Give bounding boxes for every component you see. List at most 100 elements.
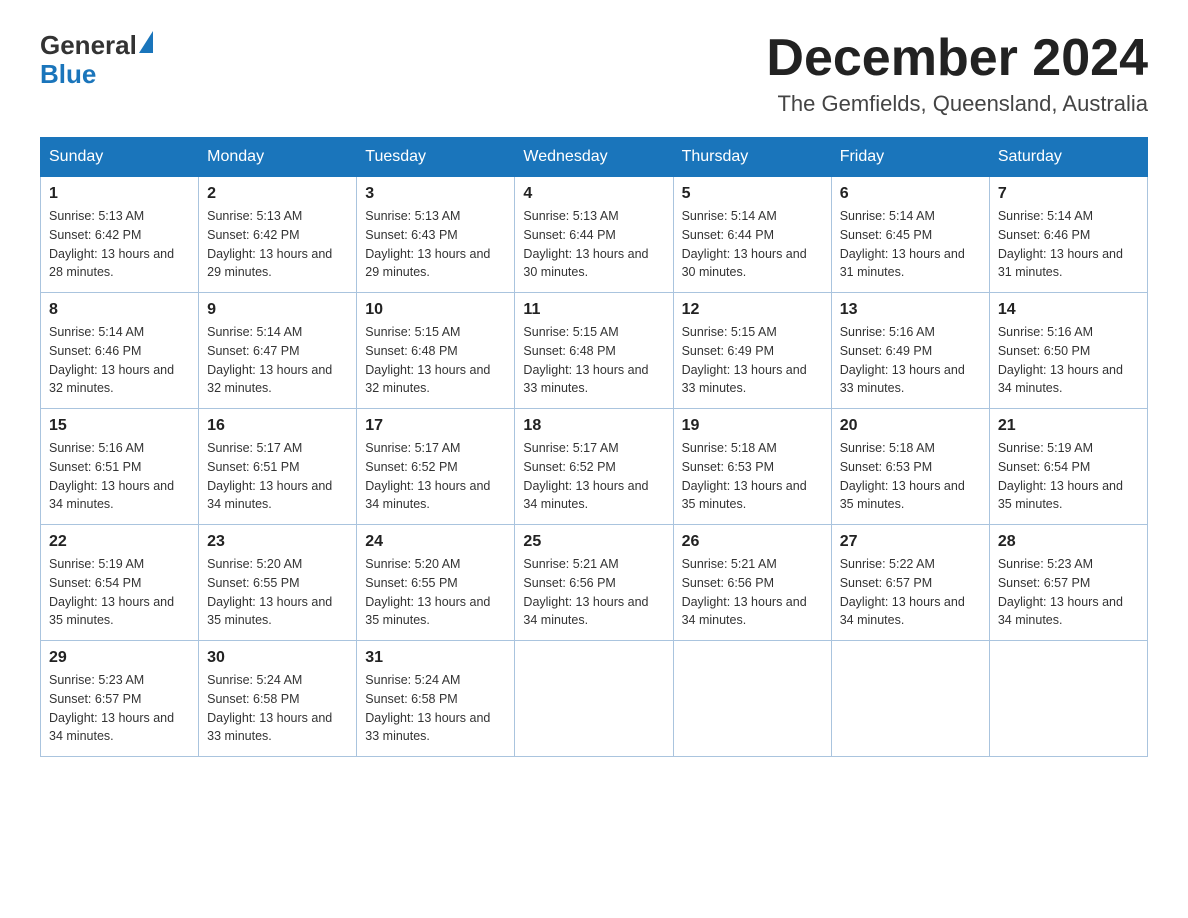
- day-number: 14: [998, 301, 1139, 319]
- calendar-cell: 16 Sunrise: 5:17 AMSunset: 6:51 PMDaylig…: [199, 409, 357, 525]
- calendar-cell: 18 Sunrise: 5:17 AMSunset: 6:52 PMDaylig…: [515, 409, 673, 525]
- day-info: Sunrise: 5:18 AMSunset: 6:53 PMDaylight:…: [840, 439, 981, 514]
- calendar-cell: 11 Sunrise: 5:15 AMSunset: 6:48 PMDaylig…: [515, 293, 673, 409]
- calendar-cell: 12 Sunrise: 5:15 AMSunset: 6:49 PMDaylig…: [673, 293, 831, 409]
- calendar-cell: 13 Sunrise: 5:16 AMSunset: 6:49 PMDaylig…: [831, 293, 989, 409]
- day-number: 21: [998, 417, 1139, 435]
- day-number: 28: [998, 533, 1139, 551]
- logo-text-general: General: [40, 30, 137, 61]
- day-info: Sunrise: 5:20 AMSunset: 6:55 PMDaylight:…: [365, 555, 506, 630]
- day-info: Sunrise: 5:16 AMSunset: 6:50 PMDaylight:…: [998, 323, 1139, 398]
- day-number: 18: [523, 417, 664, 435]
- day-number: 5: [682, 185, 823, 203]
- header-tuesday: Tuesday: [357, 138, 515, 177]
- day-info: Sunrise: 5:15 AMSunset: 6:49 PMDaylight:…: [682, 323, 823, 398]
- calendar-cell: 17 Sunrise: 5:17 AMSunset: 6:52 PMDaylig…: [357, 409, 515, 525]
- logo: General Blue: [40, 30, 153, 90]
- calendar-cell: [989, 641, 1147, 757]
- day-info: Sunrise: 5:15 AMSunset: 6:48 PMDaylight:…: [523, 323, 664, 398]
- calendar-cell: 3 Sunrise: 5:13 AMSunset: 6:43 PMDayligh…: [357, 177, 515, 293]
- day-number: 29: [49, 649, 190, 667]
- header-sunday: Sunday: [41, 138, 199, 177]
- day-number: 3: [365, 185, 506, 203]
- calendar-cell: [831, 641, 989, 757]
- day-number: 20: [840, 417, 981, 435]
- day-number: 22: [49, 533, 190, 551]
- calendar-cell: 15 Sunrise: 5:16 AMSunset: 6:51 PMDaylig…: [41, 409, 199, 525]
- week-row-4: 22 Sunrise: 5:19 AMSunset: 6:54 PMDaylig…: [41, 525, 1148, 641]
- calendar-title-block: December 2024 The Gemfields, Queensland,…: [766, 30, 1148, 117]
- calendar-cell: 19 Sunrise: 5:18 AMSunset: 6:53 PMDaylig…: [673, 409, 831, 525]
- calendar-cell: 9 Sunrise: 5:14 AMSunset: 6:47 PMDayligh…: [199, 293, 357, 409]
- header-thursday: Thursday: [673, 138, 831, 177]
- day-info: Sunrise: 5:23 AMSunset: 6:57 PMDaylight:…: [998, 555, 1139, 630]
- header-friday: Friday: [831, 138, 989, 177]
- calendar-cell: 4 Sunrise: 5:13 AMSunset: 6:44 PMDayligh…: [515, 177, 673, 293]
- day-info: Sunrise: 5:21 AMSunset: 6:56 PMDaylight:…: [682, 555, 823, 630]
- day-info: Sunrise: 5:15 AMSunset: 6:48 PMDaylight:…: [365, 323, 506, 398]
- day-number: 30: [207, 649, 348, 667]
- calendar-cell: 28 Sunrise: 5:23 AMSunset: 6:57 PMDaylig…: [989, 525, 1147, 641]
- day-info: Sunrise: 5:19 AMSunset: 6:54 PMDaylight:…: [49, 555, 190, 630]
- calendar-cell: [515, 641, 673, 757]
- day-info: Sunrise: 5:16 AMSunset: 6:51 PMDaylight:…: [49, 439, 190, 514]
- day-number: 8: [49, 301, 190, 319]
- week-row-1: 1 Sunrise: 5:13 AMSunset: 6:42 PMDayligh…: [41, 177, 1148, 293]
- day-info: Sunrise: 5:13 AMSunset: 6:42 PMDaylight:…: [49, 207, 190, 282]
- header-monday: Monday: [199, 138, 357, 177]
- day-info: Sunrise: 5:17 AMSunset: 6:51 PMDaylight:…: [207, 439, 348, 514]
- day-info: Sunrise: 5:14 AMSunset: 6:44 PMDaylight:…: [682, 207, 823, 282]
- day-number: 13: [840, 301, 981, 319]
- day-number: 15: [49, 417, 190, 435]
- day-info: Sunrise: 5:14 AMSunset: 6:46 PMDaylight:…: [49, 323, 190, 398]
- day-number: 27: [840, 533, 981, 551]
- day-number: 10: [365, 301, 506, 319]
- day-info: Sunrise: 5:21 AMSunset: 6:56 PMDaylight:…: [523, 555, 664, 630]
- day-info: Sunrise: 5:17 AMSunset: 6:52 PMDaylight:…: [523, 439, 664, 514]
- day-number: 7: [998, 185, 1139, 203]
- day-number: 23: [207, 533, 348, 551]
- day-number: 26: [682, 533, 823, 551]
- day-info: Sunrise: 5:13 AMSunset: 6:44 PMDaylight:…: [523, 207, 664, 282]
- day-number: 19: [682, 417, 823, 435]
- day-number: 25: [523, 533, 664, 551]
- day-number: 11: [523, 301, 664, 319]
- calendar-cell: 2 Sunrise: 5:13 AMSunset: 6:42 PMDayligh…: [199, 177, 357, 293]
- calendar-cell: 6 Sunrise: 5:14 AMSunset: 6:45 PMDayligh…: [831, 177, 989, 293]
- calendar-cell: 30 Sunrise: 5:24 AMSunset: 6:58 PMDaylig…: [199, 641, 357, 757]
- day-info: Sunrise: 5:19 AMSunset: 6:54 PMDaylight:…: [998, 439, 1139, 514]
- day-number: 24: [365, 533, 506, 551]
- week-row-3: 15 Sunrise: 5:16 AMSunset: 6:51 PMDaylig…: [41, 409, 1148, 525]
- header-wednesday: Wednesday: [515, 138, 673, 177]
- calendar-cell: 29 Sunrise: 5:23 AMSunset: 6:57 PMDaylig…: [41, 641, 199, 757]
- header-saturday: Saturday: [989, 138, 1147, 177]
- calendar-subtitle: The Gemfields, Queensland, Australia: [766, 91, 1148, 117]
- day-info: Sunrise: 5:20 AMSunset: 6:55 PMDaylight:…: [207, 555, 348, 630]
- day-info: Sunrise: 5:13 AMSunset: 6:43 PMDaylight:…: [365, 207, 506, 282]
- calendar-cell: 14 Sunrise: 5:16 AMSunset: 6:50 PMDaylig…: [989, 293, 1147, 409]
- day-number: 16: [207, 417, 348, 435]
- calendar-cell: 24 Sunrise: 5:20 AMSunset: 6:55 PMDaylig…: [357, 525, 515, 641]
- day-info: Sunrise: 5:24 AMSunset: 6:58 PMDaylight:…: [207, 671, 348, 746]
- day-number: 4: [523, 185, 664, 203]
- calendar-cell: 21 Sunrise: 5:19 AMSunset: 6:54 PMDaylig…: [989, 409, 1147, 525]
- day-info: Sunrise: 5:18 AMSunset: 6:53 PMDaylight:…: [682, 439, 823, 514]
- calendar-cell: 20 Sunrise: 5:18 AMSunset: 6:53 PMDaylig…: [831, 409, 989, 525]
- day-number: 1: [49, 185, 190, 203]
- calendar-cell: 25 Sunrise: 5:21 AMSunset: 6:56 PMDaylig…: [515, 525, 673, 641]
- day-info: Sunrise: 5:14 AMSunset: 6:46 PMDaylight:…: [998, 207, 1139, 282]
- logo-triangle-icon: [139, 31, 153, 53]
- calendar-cell: 22 Sunrise: 5:19 AMSunset: 6:54 PMDaylig…: [41, 525, 199, 641]
- calendar-cell: 5 Sunrise: 5:14 AMSunset: 6:44 PMDayligh…: [673, 177, 831, 293]
- day-info: Sunrise: 5:14 AMSunset: 6:47 PMDaylight:…: [207, 323, 348, 398]
- week-row-5: 29 Sunrise: 5:23 AMSunset: 6:57 PMDaylig…: [41, 641, 1148, 757]
- calendar-cell: 7 Sunrise: 5:14 AMSunset: 6:46 PMDayligh…: [989, 177, 1147, 293]
- calendar-cell: 27 Sunrise: 5:22 AMSunset: 6:57 PMDaylig…: [831, 525, 989, 641]
- day-number: 6: [840, 185, 981, 203]
- day-info: Sunrise: 5:22 AMSunset: 6:57 PMDaylight:…: [840, 555, 981, 630]
- day-number: 17: [365, 417, 506, 435]
- day-number: 9: [207, 301, 348, 319]
- week-row-2: 8 Sunrise: 5:14 AMSunset: 6:46 PMDayligh…: [41, 293, 1148, 409]
- day-number: 31: [365, 649, 506, 667]
- day-info: Sunrise: 5:24 AMSunset: 6:58 PMDaylight:…: [365, 671, 506, 746]
